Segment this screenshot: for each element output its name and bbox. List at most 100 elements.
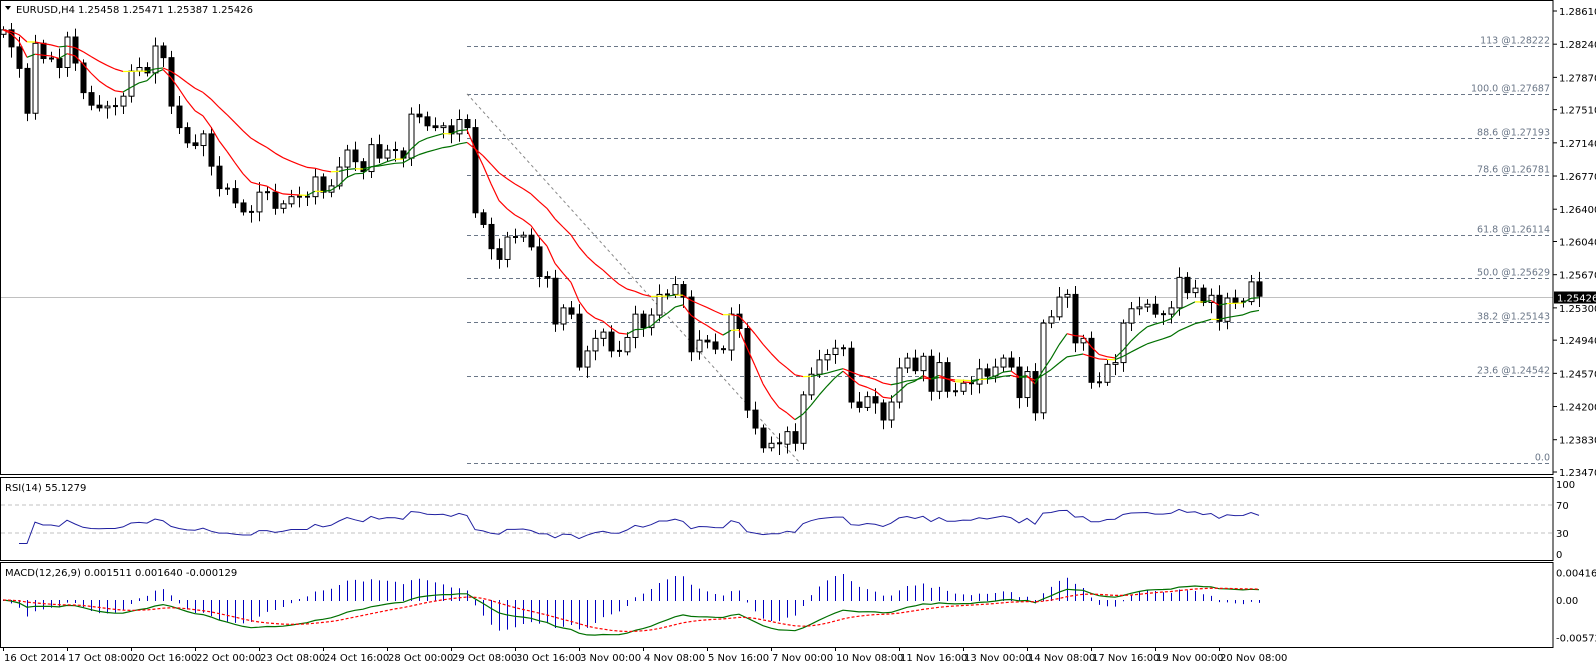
candle[interactable]: [160, 42, 167, 67]
candle[interactable]: [744, 323, 751, 419]
candle[interactable]: [552, 269, 559, 332]
candle[interactable]: [632, 305, 639, 349]
candle[interactable]: [216, 156, 223, 197]
candle[interactable]: [848, 341, 855, 409]
candle[interactable]: [953, 382, 958, 397]
candle[interactable]: [1072, 285, 1079, 353]
candle[interactable]: [969, 376, 974, 395]
candle[interactable]: [824, 349, 831, 371]
candle[interactable]: [904, 352, 911, 373]
candle[interactable]: [792, 423, 799, 452]
candle[interactable]: [752, 401, 759, 435]
candle[interactable]: [368, 137, 375, 179]
candle[interactable]: [528, 228, 535, 251]
candle[interactable]: [992, 358, 999, 383]
candle[interactable]: [1048, 310, 1055, 329]
candle[interactable]: [192, 134, 199, 150]
candle[interactable]: [1248, 275, 1255, 306]
candle[interactable]: [864, 391, 871, 412]
candle[interactable]: [640, 310, 647, 337]
price-panel[interactable]: 113 @1.28222 100.0 @1.27687 88.6 @1.27193 7…: [0, 23, 1553, 464]
candle[interactable]: [544, 271, 551, 288]
candle[interactable]: [1008, 351, 1015, 371]
candle[interactable]: [344, 144, 351, 178]
candle[interactable]: [648, 308, 655, 336]
candle[interactable]: [0, 26, 7, 38]
candle[interactable]: [600, 328, 607, 347]
candle[interactable]: [888, 395, 895, 428]
candle[interactable]: [152, 37, 159, 84]
candle[interactable]: [320, 173, 327, 199]
candle[interactable]: [1120, 319, 1127, 372]
candle[interactable]: [96, 95, 103, 112]
candle[interactable]: [584, 345, 591, 378]
candle[interactable]: [8, 23, 15, 58]
candle[interactable]: [800, 391, 807, 450]
candle[interactable]: [208, 127, 215, 176]
candle[interactable]: [432, 117, 439, 132]
candle[interactable]: [912, 349, 919, 375]
candle[interactable]: [1097, 372, 1102, 388]
candle[interactable]: [288, 189, 295, 208]
candle[interactable]: [777, 433, 782, 455]
candle[interactable]: [880, 399, 887, 430]
candle[interactable]: [1144, 299, 1151, 312]
candle[interactable]: [1032, 363, 1039, 421]
candle[interactable]: [352, 141, 359, 172]
candle[interactable]: [944, 357, 951, 398]
candle[interactable]: [1024, 366, 1031, 407]
candle[interactable]: [696, 330, 703, 360]
candle[interactable]: [1056, 287, 1063, 321]
candle[interactable]: [1064, 289, 1071, 308]
candle[interactable]: [832, 339, 839, 364]
candle[interactable]: [24, 63, 31, 122]
candle[interactable]: [472, 119, 479, 218]
candle[interactable]: [240, 199, 247, 216]
chart-canvas[interactable]: 113 @1.28222 100.0 @1.27687 88.6 @1.27193 7…: [0, 0, 1596, 665]
candle[interactable]: [120, 92, 127, 114]
candle[interactable]: [416, 104, 423, 124]
candle[interactable]: [256, 182, 263, 222]
candle[interactable]: [184, 122, 191, 148]
candle[interactable]: [424, 111, 431, 131]
candle[interactable]: [1224, 292, 1231, 330]
candle[interactable]: [249, 205, 254, 223]
candle[interactable]: [680, 280, 687, 308]
candle[interactable]: [513, 228, 518, 244]
candle[interactable]: [768, 436, 775, 452]
rsi-panel[interactable]: [1, 504, 1553, 544]
candle[interactable]: [576, 304, 583, 371]
candle[interactable]: [488, 217, 495, 260]
candle[interactable]: [480, 209, 487, 229]
candle[interactable]: [656, 284, 663, 322]
candle[interactable]: [704, 334, 711, 349]
candle[interactable]: [1232, 289, 1239, 309]
candle[interactable]: [1184, 272, 1191, 300]
candle[interactable]: [297, 186, 302, 208]
candle[interactable]: [312, 168, 319, 205]
candle[interactable]: [448, 118, 455, 144]
candle[interactable]: [1128, 301, 1135, 332]
candle[interactable]: [88, 85, 95, 111]
candle[interactable]: [568, 301, 575, 320]
candle[interactable]: [1152, 295, 1159, 318]
candle[interactable]: [1104, 359, 1111, 386]
candle[interactable]: [456, 109, 463, 142]
candle[interactable]: [928, 349, 935, 401]
candle[interactable]: [440, 122, 447, 139]
candle[interactable]: [856, 391, 863, 413]
candle[interactable]: [56, 48, 63, 79]
candle[interactable]: [232, 180, 239, 208]
candle[interactable]: [1216, 285, 1223, 331]
candle[interactable]: [104, 100, 111, 119]
candle[interactable]: [176, 96, 183, 135]
dropdown-triangle-icon[interactable]: [5, 6, 11, 10]
candle[interactable]: [1136, 296, 1143, 316]
candle[interactable]: [721, 345, 726, 354]
candle[interactable]: [128, 64, 135, 103]
candle[interactable]: [200, 130, 207, 157]
candle[interactable]: [280, 200, 287, 214]
candle[interactable]: [760, 424, 767, 453]
candle[interactable]: [384, 144, 391, 162]
candle[interactable]: [976, 358, 983, 394]
